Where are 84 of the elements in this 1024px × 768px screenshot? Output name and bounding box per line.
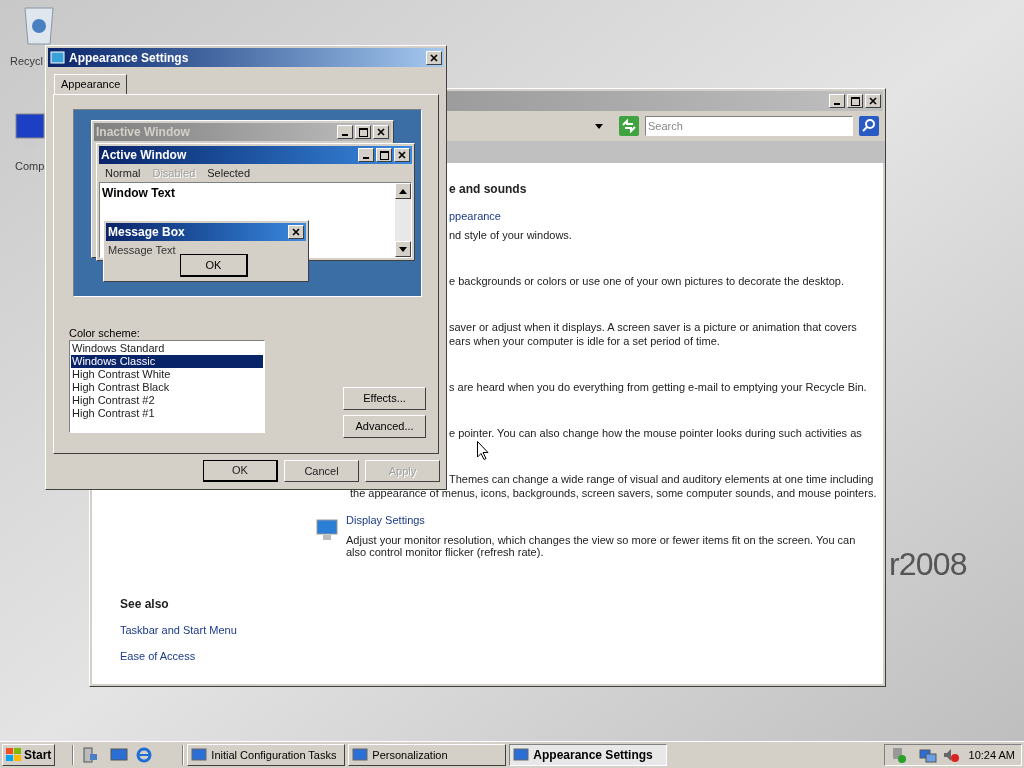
maximize-button[interactable]: [355, 125, 371, 139]
dialog-button[interactable]: OK: [203, 460, 278, 482]
description-text: e backgrounds or colors or use one of your own pictures to decorate the desktop.: [449, 274, 844, 288]
window-icon: [513, 747, 530, 763]
close-icon: [377, 128, 385, 136]
color-scheme-option[interactable]: Windows Standard: [71, 342, 263, 355]
start-button[interactable]: Start: [2, 744, 56, 766]
close-button[interactable]: [373, 125, 389, 139]
section-heading: e and sounds: [449, 182, 527, 196]
window-title: Appearance Settings: [69, 49, 190, 67]
maximize-icon: [850, 96, 860, 106]
dialog-button[interactable]: Cancel: [284, 460, 359, 482]
taskbar-button[interactable]: Appearance Settings: [509, 744, 668, 766]
dropdown-arrow-icon[interactable]: [595, 123, 603, 129]
tab[interactable]: Appearance: [54, 74, 128, 94]
close-button[interactable]: [394, 148, 410, 162]
color-scheme-option[interactable]: High Contrast White: [71, 368, 263, 381]
close-icon: [292, 228, 300, 236]
description-text: ears when your computer is idle for a set period of time.: [449, 334, 720, 348]
menu-item[interactable]: Normal: [105, 164, 141, 182]
window-text: Window Text: [101, 185, 176, 202]
side-button[interactable]: Effects...: [343, 387, 426, 410]
network-icon[interactable]: [918, 747, 937, 763]
search-field[interactable]: Search: [645, 116, 853, 136]
ok-button[interactable]: OK: [180, 254, 248, 277]
see-also-link[interactable]: Taskbar and Start Menu: [120, 622, 237, 639]
section-link[interactable]: ppearance: [449, 209, 501, 223]
desktop-icon-label: Recycl: [10, 54, 43, 69]
wallpaper-text: r2008: [889, 545, 967, 584]
down-arrow-icon: [399, 246, 407, 252]
speaker-muted-icon[interactable]: [942, 747, 959, 763]
server-manager-icon[interactable]: [81, 746, 100, 764]
scroll-up-button[interactable]: [395, 183, 411, 199]
desktop-icon[interactable]: [110, 746, 129, 764]
minimize-button[interactable]: [337, 125, 353, 139]
window-icon: [352, 747, 369, 763]
color-scheme-option[interactable]: High Contrast #1: [71, 407, 263, 420]
browser-icon[interactable]: [135, 746, 154, 764]
minimize-button[interactable]: [829, 94, 845, 108]
maximize-icon: [358, 127, 368, 137]
close-button[interactable]: [288, 225, 304, 239]
color-scheme-option[interactable]: High Contrast Black: [71, 381, 263, 394]
color-scheme-option[interactable]: Windows Classic: [71, 355, 263, 368]
close-icon: [869, 97, 877, 105]
taskbar-button[interactable]: Personalization: [348, 744, 507, 766]
search-icon[interactable]: [859, 116, 879, 136]
taskbar-button[interactable]: Initial Configuration Tasks: [187, 744, 346, 766]
close-icon: [430, 53, 438, 62]
description-text: saver or adjust when it displays. A screen saver is a picture or animation that covers: [449, 320, 857, 334]
window-icon: [191, 747, 208, 763]
description-text: e pointer. You can also change how the mouse pointer looks during such activities as: [449, 426, 862, 440]
color-scheme-label: Color scheme:: [69, 326, 140, 341]
close-button[interactable]: [426, 50, 442, 65]
desktop-icon-label: Comp: [15, 159, 45, 174]
refresh-arrows-icon[interactable]: [619, 116, 639, 136]
inactive-window-title: Inactive Window: [96, 124, 190, 141]
message-text: Message Text: [108, 243, 176, 258]
color-scheme-option[interactable]: High Contrast #2: [71, 394, 263, 407]
windows-logo-icon: [6, 748, 22, 762]
mouse-cursor-icon: [477, 441, 489, 460]
close-button[interactable]: [865, 94, 881, 108]
display-settings-link[interactable]: Display Settings: [346, 512, 425, 529]
message-box-title: Message Box: [108, 224, 185, 241]
description-text: nd style of your windows.: [449, 228, 572, 242]
menu-item[interactable]: Selected: [207, 164, 251, 182]
maximize-button[interactable]: [376, 148, 392, 162]
maximize-icon: [379, 150, 389, 160]
window-icon: [50, 50, 65, 65]
maximize-button[interactable]: [847, 94, 863, 108]
side-button[interactable]: Advanced...: [343, 415, 426, 438]
up-arrow-icon: [399, 188, 407, 194]
description-text: Themes can change a wide range of visual and auditory elements at one time including: [449, 472, 874, 486]
see-also-heading: See also: [120, 596, 170, 613]
minimize-button[interactable]: [358, 148, 374, 162]
clock: 10:24 AM: [968, 747, 1015, 763]
description-text: Adjust your monitor resolution, which changes the view so more or fewer items fit on the screen. You can also control monitor flicker (refresh rate).: [346, 533, 857, 558]
description-text: s are heard when you do everything from getting e-mail to emptying your Recycle Bin.: [449, 380, 867, 394]
recycle-bin-icon[interactable]: [22, 4, 56, 46]
see-also-link[interactable]: Ease of Access: [120, 647, 196, 664]
active-window-title: Active Window: [101, 147, 187, 164]
shield-check-icon[interactable]: [890, 747, 907, 763]
monitor-icon: [315, 518, 339, 542]
close-icon: [398, 151, 406, 159]
scroll-down-button[interactable]: [395, 241, 411, 257]
